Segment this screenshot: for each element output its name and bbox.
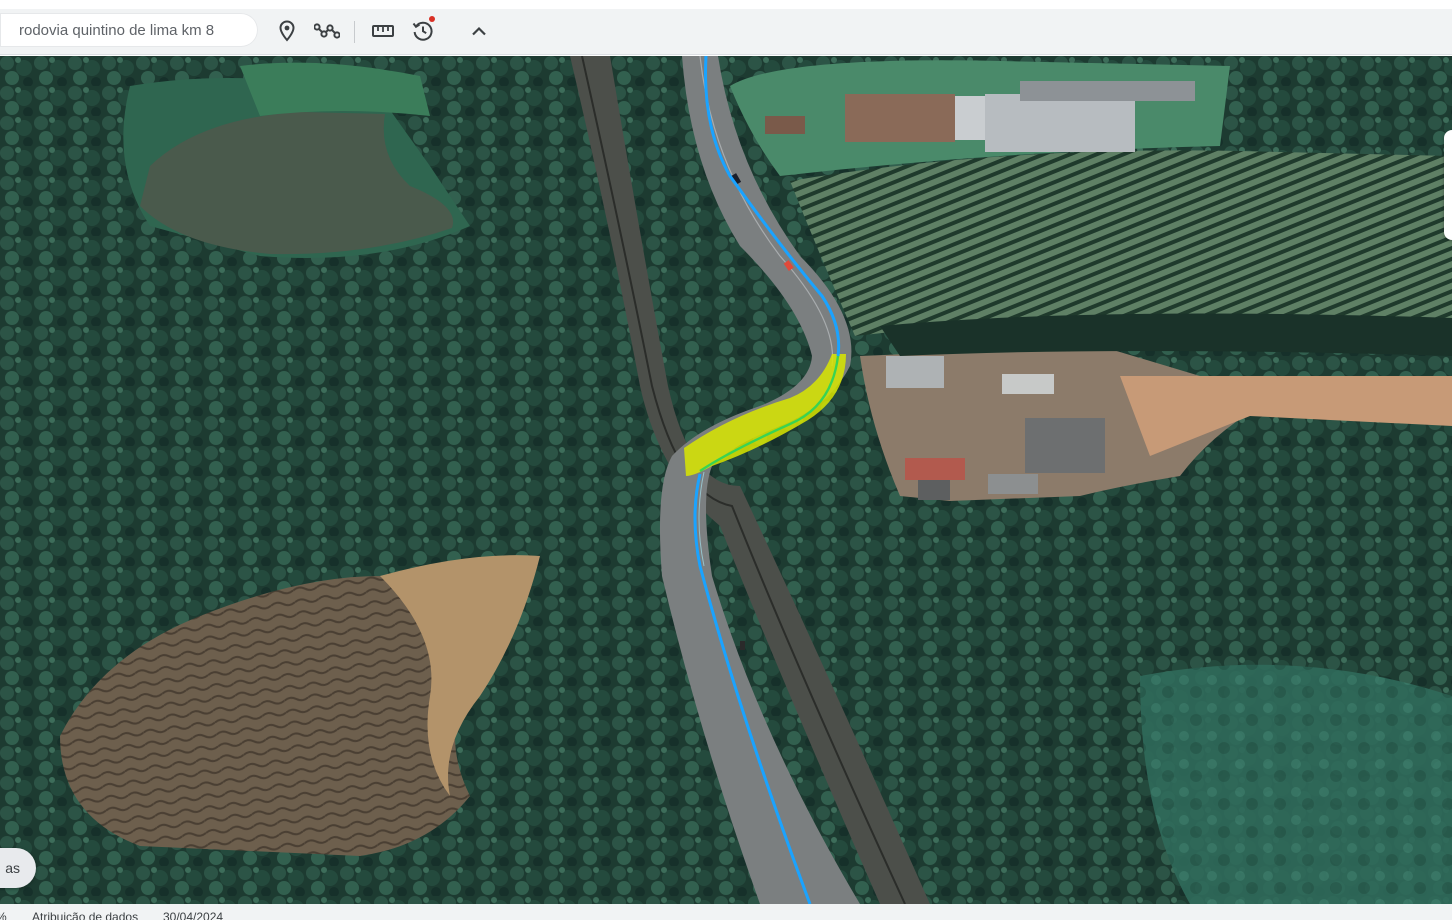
notification-dot: [429, 16, 435, 22]
satellite-map-view[interactable]: [0, 56, 1452, 904]
zoom-readout: %: [0, 911, 7, 920]
small-shed: [765, 116, 805, 134]
red-roof-house: [905, 458, 965, 480]
collapse-toolbar-button[interactable]: [464, 17, 494, 45]
parking-lot: [1020, 81, 1195, 101]
storage-shed: [988, 474, 1038, 494]
path-icon: [314, 23, 340, 39]
house-annex: [918, 480, 950, 500]
farm-building-roof: [845, 94, 955, 142]
search-box[interactable]: [0, 13, 258, 47]
historical-imagery-icon: [412, 21, 433, 41]
sawmill-building: [1025, 418, 1105, 473]
toolbar-divider: [354, 21, 355, 43]
warehouse: [985, 94, 1135, 152]
measure-button[interactable]: [368, 17, 398, 45]
vineyard: [790, 150, 1452, 336]
draw-path-button[interactable]: [312, 17, 342, 45]
sawmill-shed: [886, 356, 944, 388]
grass-field: [1140, 664, 1452, 904]
tree-line: [880, 313, 1452, 356]
status-bar: % Atribuição de dados 30/04/2024: [0, 904, 1452, 920]
vehicle: [740, 641, 745, 650]
add-placemark-button[interactable]: [272, 17, 302, 45]
imagery-date: 30/04/2024: [163, 910, 224, 920]
window-top-strip: [0, 0, 1452, 9]
navigation-panel[interactable]: [1444, 130, 1452, 240]
ruler-icon: [372, 25, 394, 37]
historical-imagery-button[interactable]: [408, 16, 438, 45]
toolbar: [0, 9, 1452, 55]
chevron-up-icon: [472, 26, 486, 36]
search-input[interactable]: [19, 13, 249, 47]
layers-label: as: [5, 860, 20, 876]
placemark-icon: [279, 20, 295, 42]
yard-slab: [1002, 374, 1054, 394]
data-attribution-link[interactable]: Atribuição de dados: [32, 911, 138, 920]
